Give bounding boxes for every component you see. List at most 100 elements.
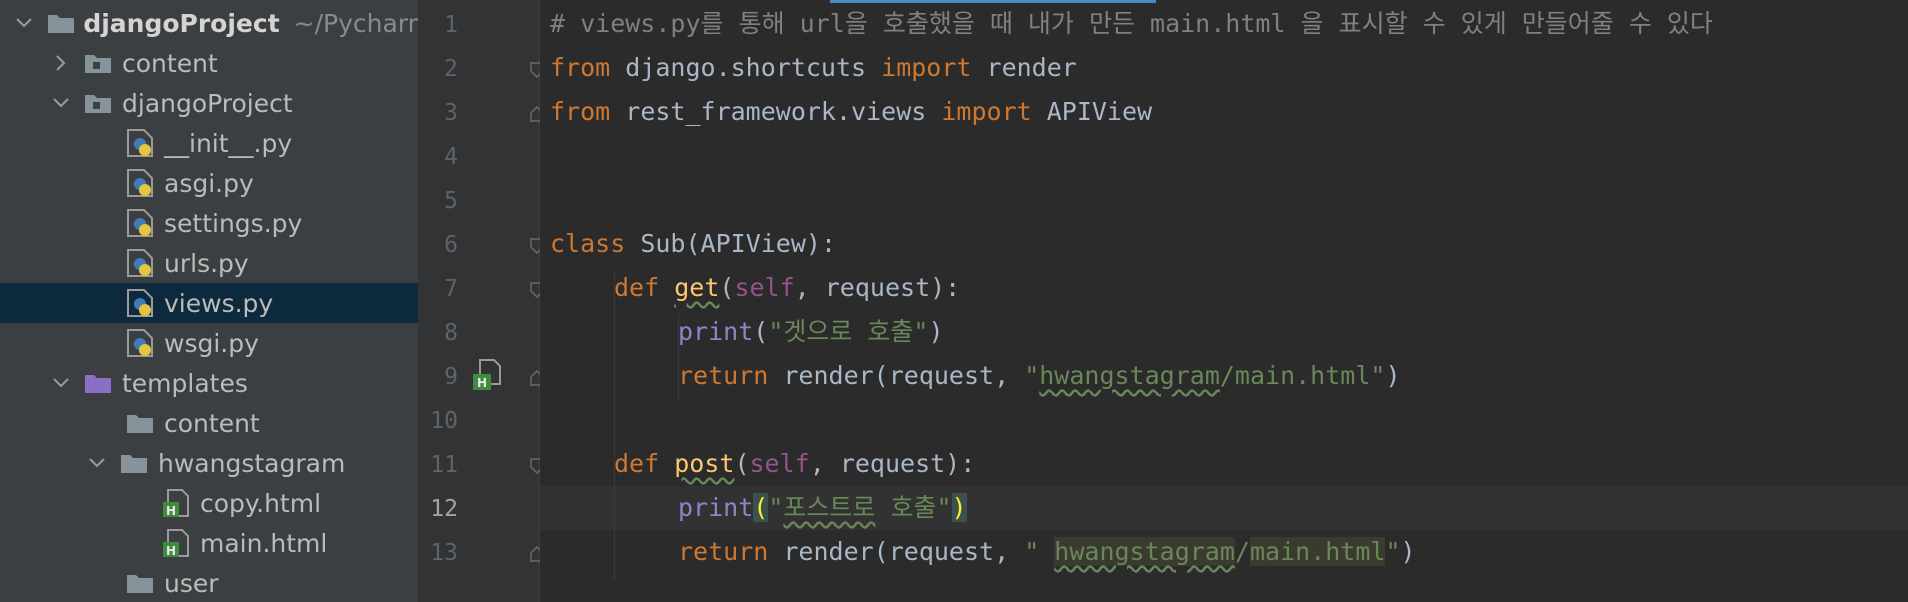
code-line-1: # views.py를 통해 url을 호출했을 때 내가 만든 main.ht… [550,2,1713,46]
paren: ( [719,273,735,302]
line-number: 13 [430,540,458,566]
tree-item-label: hwangstagram [158,448,346,478]
tree-item-templates-content[interactable]: content [0,403,418,443]
python-file-icon [126,203,156,243]
paren: ( [734,449,750,478]
tree-item-label: views.py [164,288,274,318]
python-file-icon [126,163,156,203]
tree-item-djangoproject[interactable]: djangoProject [0,83,418,123]
tree-item-templates[interactable]: templates [0,363,418,403]
line-number: 3 [444,100,458,126]
tree-item-content[interactable]: content [0,43,418,83]
svg-text:H: H [477,376,487,390]
module-folder-icon [84,83,114,123]
code-line-3: from rest_framework.views import APIView [550,90,1152,134]
chevron-down-icon[interactable] [50,83,72,123]
imported-name: render [971,53,1077,82]
templates-folder-icon [84,363,114,403]
tree-item-label: settings.py [164,208,303,238]
tree-item-hwangstagram[interactable]: hwangstagram [0,443,418,483]
line-number: 4 [444,144,458,170]
paren: ) [1385,361,1401,390]
code-editor[interactable]: # views.py를 통해 url을 호출했을 때 내가 만든 main.ht… [540,0,1908,602]
tree-item-label: urls.py [164,248,249,278]
string-literal: " [1385,537,1401,566]
paren: ) [928,317,944,346]
string-literal: " [1024,537,1055,566]
string-literal: / [1234,537,1250,566]
tree-item-asgi-py[interactable]: asgi.py [0,163,418,203]
code-line-6: class Sub(APIView): [550,222,836,266]
keyword: import [941,97,1032,126]
line-number: 5 [444,188,458,214]
keyword: from [550,97,611,126]
tree-item-urls-py[interactable]: urls.py [0,243,418,283]
editor-gutter[interactable]: 1 2 3 4 5 6 7 8 9 10 11 12 13 H [418,0,544,602]
paren: ( [753,317,769,346]
tree-root-djangoproject[interactable]: djangoProject ~/Pycharm [0,3,418,43]
tree-item-label: user [164,568,219,598]
code-text: render(request, [768,361,1025,390]
line-number-current: 12 [430,496,458,522]
tree-item-label: asgi.py [164,168,254,198]
tree-item-user[interactable]: user [0,563,418,602]
self-param: self [734,273,795,302]
ide-window: djangoProject ~/Pycharm content djangoPr… [0,0,1908,602]
tree-item-label: content [164,408,260,438]
tree-item-copy-html[interactable]: H copy.html [0,483,418,523]
tree-item-wsgi-py[interactable]: wsgi.py [0,323,418,363]
folder-icon [126,403,156,443]
tree-item-label: templates [122,368,248,398]
chevron-down-icon[interactable] [50,363,72,403]
python-file-icon [126,323,156,363]
line-number: 11 [430,452,458,478]
self-param: self [749,449,810,478]
tree-item-init-py[interactable]: __init__.py [0,123,418,163]
tree-item-label: main.html [200,528,328,558]
tree-item-label: wsgi.py [164,328,259,358]
string-literal: " [1024,361,1040,390]
code-text: , request): [794,273,961,302]
code-line-9: return render(request, "hwangstagram/mai… [678,354,1401,398]
string-literal: 포스트로 [783,493,876,522]
tree-item-label: copy.html [200,488,322,518]
chevron-down-icon[interactable] [86,443,108,483]
keyword: def [614,449,660,478]
code-line-8: print("겟으로 호출") [678,310,944,354]
line-number: 7 [444,276,458,302]
module-name: django.shortcuts [610,53,882,82]
tree-item-label: djangoProject [122,88,293,118]
svg-text:H: H [166,504,176,518]
folder-icon [120,443,150,483]
tree-item-main-html[interactable]: H main.html [0,523,418,563]
tree-item-label: content [122,48,218,78]
python-file-icon [126,123,156,163]
tree-item-settings-py[interactable]: settings.py [0,203,418,243]
line-number: 2 [444,56,458,82]
string-literal: "겟으로 호출" [768,317,929,346]
matched-paren: ( [753,493,769,522]
indent-guide [614,270,615,580]
tree-item-views-py[interactable]: views.py [0,283,418,323]
chevron-right-icon[interactable] [50,43,72,83]
line-number: 9 [444,364,458,390]
string-literal: 호출" [875,493,952,522]
module-folder-icon [84,43,114,83]
html-gutter-icon[interactable]: H [472,358,502,396]
code-line-12: print("포스트로 호출") [678,486,967,530]
builtin-print: print [678,317,754,346]
code-line-13: return render(request, " hwangstagram/ma… [678,530,1416,574]
function-name: post [674,449,735,478]
matched-paren: ) [951,493,967,522]
chevron-down-icon[interactable] [14,3,35,43]
code-line-2: from django.shortcuts import render [550,46,1077,90]
module-name: rest_framework.views [610,97,942,126]
html-file-icon: H [162,523,192,563]
function-name: get [674,273,720,302]
string-literal: /main.html" [1219,361,1386,390]
string-literal: hwangstagram [1039,361,1220,390]
code-text: , request): [809,449,976,478]
project-tree: djangoProject ~/Pycharm content djangoPr… [0,0,418,602]
builtin-print: print [678,493,754,522]
string-literal: " [768,493,784,522]
